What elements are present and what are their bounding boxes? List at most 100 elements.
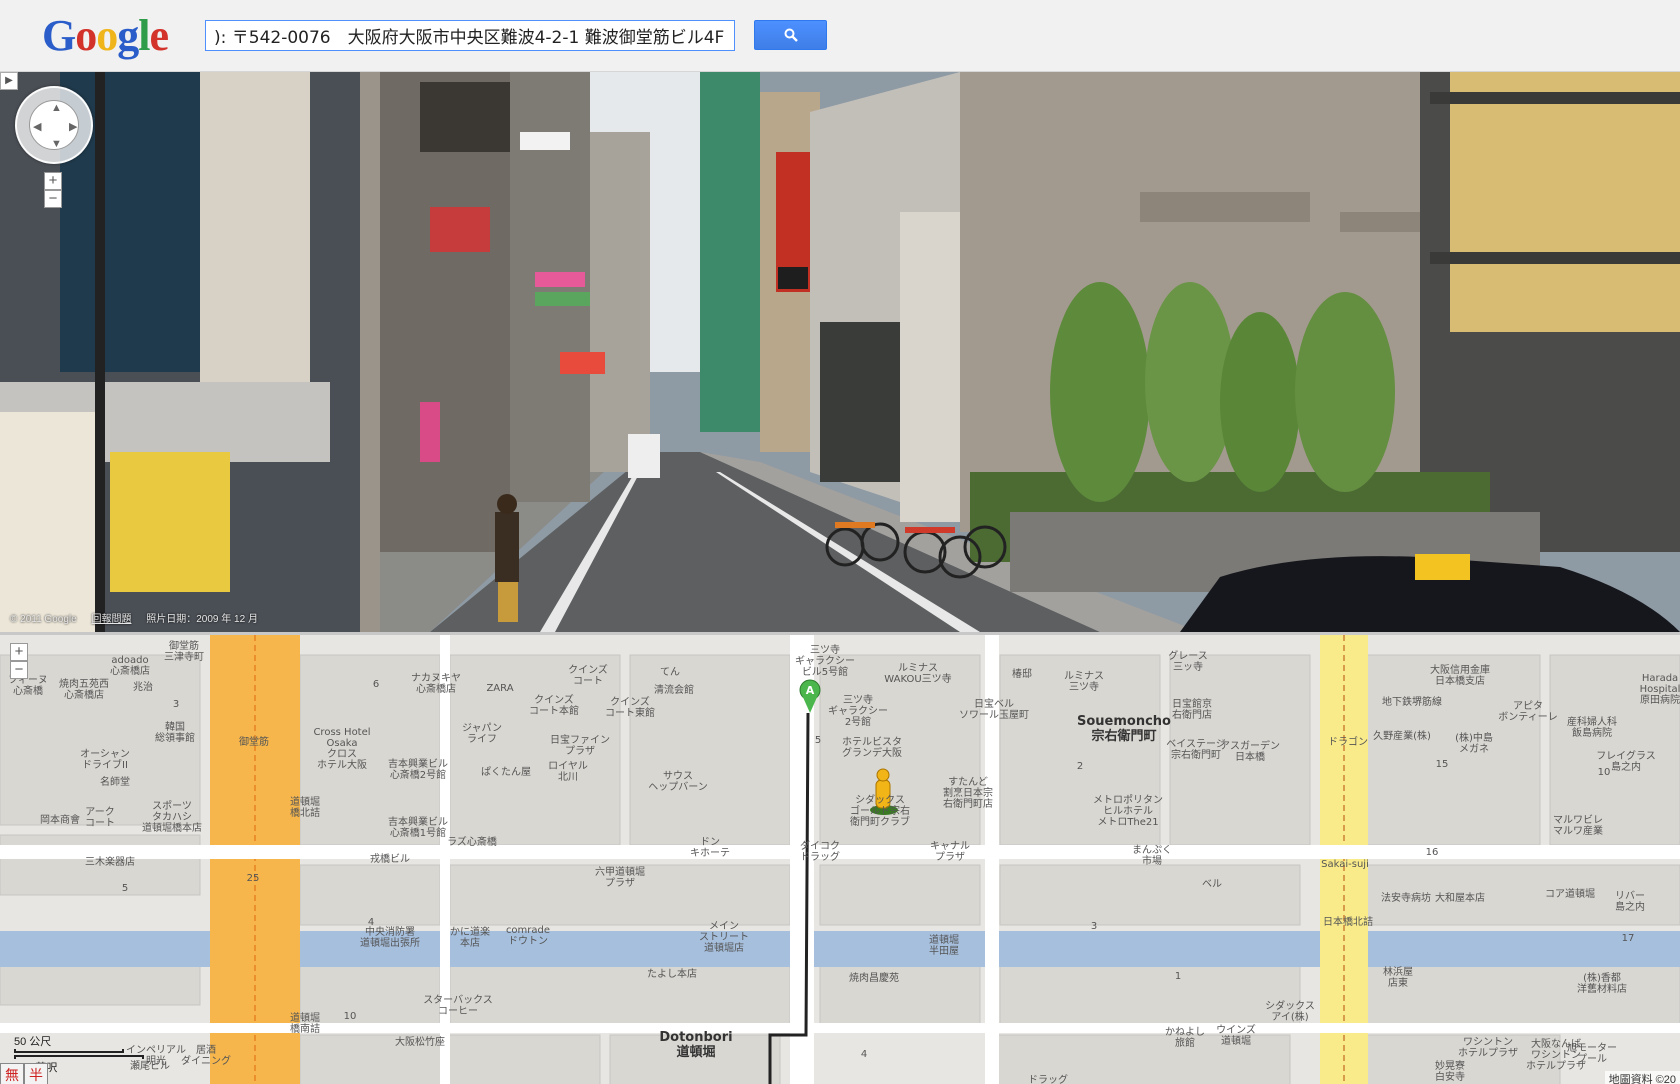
map-zoom-in-button[interactable]: +	[10, 643, 28, 661]
map-label[interactable]: 吉本興業ビル心斎橋2号館	[388, 757, 448, 781]
map-label[interactable]: 道頓堀半田屋	[929, 933, 959, 957]
map-label[interactable]: クインズコート本館	[529, 693, 579, 717]
block-number: 5	[122, 883, 128, 894]
map-label[interactable]: 名師堂	[100, 775, 130, 788]
map-label[interactable]: ワシントンホテルプラザ	[1458, 1037, 1518, 1059]
block-number: 10	[1598, 767, 1611, 778]
map-label[interactable]: 地下鉄堺筋線	[1382, 695, 1442, 708]
map-label[interactable]: ジャパンライフ	[462, 722, 502, 745]
map-label[interactable]: マルワビレマルワ産業	[1553, 814, 1603, 837]
block-number: 6	[373, 679, 379, 690]
map-label[interactable]: comrade ドウトン	[506, 925, 550, 947]
zoom-out-button[interactable]: −	[44, 190, 62, 208]
map-label[interactable]: (株)香都洋舊材料店	[1577, 971, 1627, 995]
map-panel[interactable]: A 御堂筋三津寺町 adoado 心斎橋店 フィーヌ心斎橋 焼肉五苑西心斎橋店 兆治 韓国総…	[0, 632, 1680, 1084]
marker-a-label: A	[806, 684, 815, 697]
map-label[interactable]: 御堂筋	[239, 735, 269, 748]
street-view-image[interactable]	[0, 72, 1680, 632]
map-label[interactable]: ラズ心斎橋	[447, 835, 497, 848]
map-label[interactable]: 椿邸	[1012, 667, 1032, 680]
map-label[interactable]: ナカヌキヤ心斎橋店	[411, 672, 461, 695]
map-label[interactable]: 岡本商會	[40, 813, 80, 826]
map-label[interactable]: オーシャンドライブII	[80, 748, 130, 771]
map-label[interactable]: メインストリート道頓堀店	[699, 921, 749, 954]
map-label[interactable]: 中央消防署道頓堀出張所	[360, 925, 420, 949]
map-label[interactable]: クインズコート	[568, 663, 608, 687]
map-label[interactable]: ドラッグスギ	[1028, 1073, 1068, 1084]
map-label[interactable]: 焼肉昌慶苑	[849, 971, 899, 984]
map-label[interactable]: リバー島之内	[1615, 890, 1645, 913]
map-label[interactable]: 日本橋北詰	[1323, 915, 1373, 928]
block-number: 1	[1175, 971, 1181, 982]
map-canvas[interactable]: A 御堂筋三津寺町adoado 心斎橋店フィーヌ心斎橋焼肉五苑西心斎橋店兆治韓国総…	[0, 635, 1680, 1084]
arrow-right-icon[interactable]: ▶	[69, 120, 77, 133]
map-label[interactable]: 吉本興業ビル心斎橋1号館	[388, 815, 448, 839]
map-label[interactable]: 妙晃寮白安寺	[1435, 1059, 1465, 1083]
triangle-right-icon: ▶	[5, 75, 13, 86]
map-label[interactable]: 道頓堀橋北詰	[290, 795, 320, 819]
map-label[interactable]: シダックスゴールド宗右衛門町クラブ	[850, 793, 910, 828]
search-icon	[784, 28, 798, 42]
block-number: 2	[1077, 761, 1083, 772]
map-label[interactable]: キャナルプラザ	[930, 840, 970, 863]
map-label[interactable]: 産科婦人科飯島病院	[1567, 715, 1617, 739]
map-label[interactable]: シダックスアイ(株)	[1265, 999, 1315, 1023]
google-logo[interactable]: Google	[42, 12, 169, 60]
map-label[interactable]: (株)中島メガネ	[1455, 731, 1493, 755]
map-label[interactable]: グレース三ッ寺	[1168, 649, 1208, 673]
map-label[interactable]: ホテルビスタグランデ大阪	[842, 736, 902, 759]
map-label[interactable]: 大和屋本店	[1435, 891, 1485, 904]
map-label[interactable]: 久野産業(株)	[1373, 729, 1431, 742]
map-label[interactable]: すたんど割烹日本宗右衛門町店	[943, 776, 993, 810]
map-label[interactable]: ダイコクドラッグ	[800, 839, 840, 863]
arrow-left-icon[interactable]: ◀	[33, 120, 41, 133]
map-label[interactable]: ぱくたん屋	[481, 766, 531, 778]
map-label[interactable]: 焼肉五苑西心斎橋店	[59, 677, 109, 701]
map-zoom-out-button[interactable]: −	[10, 661, 28, 679]
map-label[interactable]: メトロポリタンヒルホテルメトロThe21	[1093, 794, 1163, 828]
map-label[interactable]: ウインズ道頓堀	[1216, 1023, 1256, 1047]
collapse-panel-button[interactable]: ▶	[0, 72, 18, 90]
map-label[interactable]: 日宝館京右衛門店	[1172, 697, 1212, 721]
map-label[interactable]: 兆治	[133, 680, 153, 693]
map-label[interactable]: 三木楽器店	[85, 855, 135, 868]
block-number: 15	[1436, 759, 1449, 770]
map-label[interactable]: ドラゴン	[1328, 735, 1368, 748]
map-label[interactable]: 大阪信用金庫日本橋支店	[1430, 663, 1490, 687]
search-header: Google	[0, 0, 1680, 72]
map-label[interactable]: クインズコート東館	[605, 695, 655, 719]
map-label[interactable]: Sakai-suji	[1321, 859, 1369, 870]
zoom-in-button[interactable]: +	[44, 172, 62, 190]
block-number: 3	[1091, 921, 1097, 932]
map-label[interactable]: コア道頓堀	[1545, 887, 1595, 900]
search-button[interactable]	[754, 20, 827, 50]
map-label[interactable]: adoado 心斎橋店	[110, 655, 150, 677]
image-date: 照片日期：2009 年 12 月	[146, 614, 258, 625]
map-label[interactable]: たよし本店	[647, 967, 697, 980]
map-label[interactable]: 法安寺病坊	[1381, 891, 1431, 904]
ime-mode-1[interactable]: 無	[0, 1063, 24, 1084]
map-label[interactable]: ルミナス三ツ寺	[1064, 670, 1104, 693]
block-number: 25	[247, 873, 260, 884]
map-label[interactable]: 道頓堀橋南詰	[290, 1011, 320, 1035]
arrow-up-icon[interactable]: ▲	[51, 102, 62, 114]
map-label[interactable]: アークコート	[85, 806, 115, 829]
map-label[interactable]: Harada Hospital 原田病院	[1640, 673, 1680, 706]
map-label[interactable]: ベイステージ宗右衛門町	[1166, 738, 1226, 761]
map-label[interactable]: 戎橋ビル	[370, 852, 410, 865]
map-label[interactable]: ZARA	[486, 683, 513, 694]
ime-mode-2[interactable]: 半	[24, 1063, 48, 1084]
map-label[interactable]: ベル	[1202, 878, 1222, 890]
block-number: 10	[344, 1011, 357, 1022]
map-label[interactable]: 御堂筋三津寺町	[164, 639, 204, 663]
pan-control[interactable]: ▲ ▼ ◀ ▶	[15, 86, 93, 164]
map-label[interactable]: まんぷく市場	[1132, 844, 1172, 867]
block-number: 4	[861, 1049, 867, 1060]
map-label[interactable]: 清流会館	[654, 683, 694, 696]
map-label[interactable]: てん	[660, 666, 680, 678]
map-label[interactable]: 大阪松竹座	[395, 1035, 445, 1048]
report-problem-link[interactable]: 回報問題	[91, 614, 131, 625]
arrow-down-icon[interactable]: ▼	[51, 138, 62, 150]
street-view-panorama[interactable]: ▶ ▲ ▼ ◀ ▶ + − © 2011 Google 回報問題 照片日期：20…	[0, 72, 1680, 632]
search-input[interactable]	[205, 20, 735, 51]
